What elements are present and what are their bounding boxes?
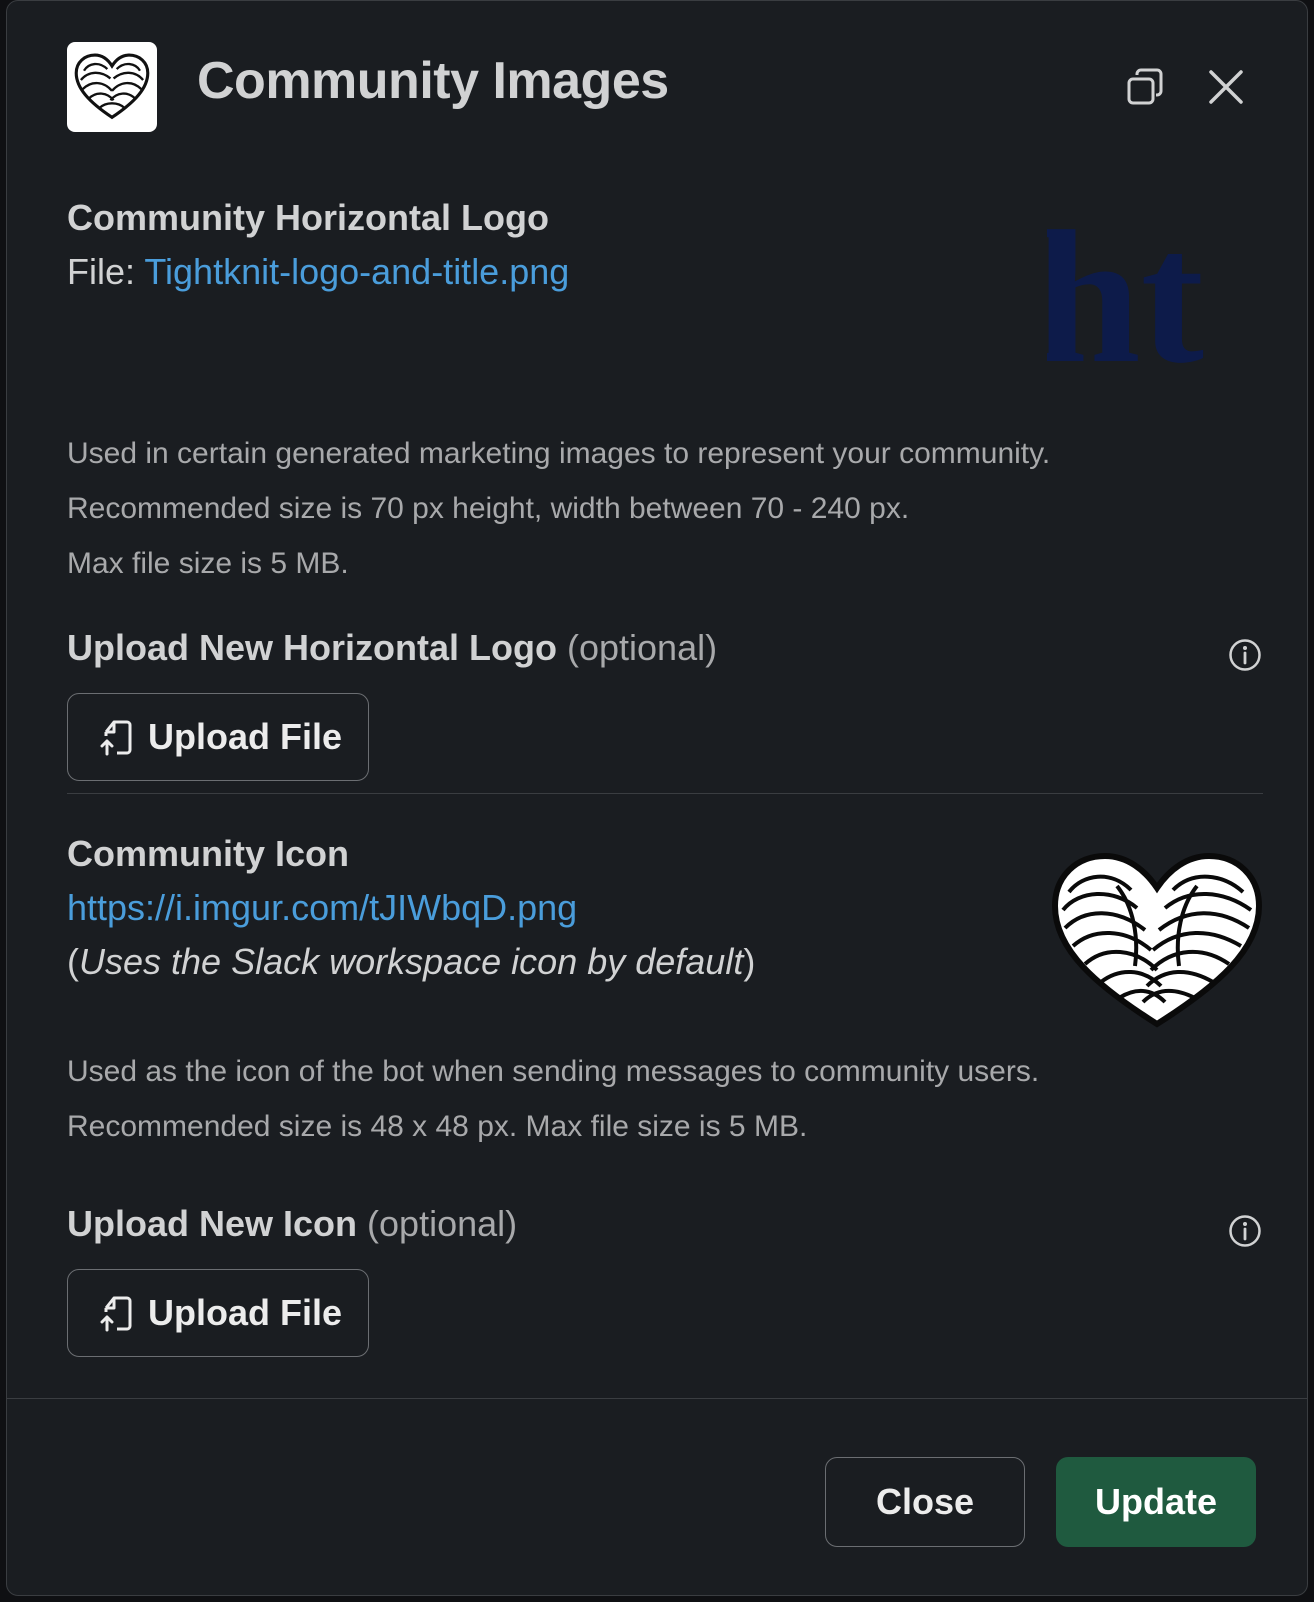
community-images-modal: Community Images Community Horizontal Lo… [6, 0, 1308, 1596]
community-icon-url-line: https://i.imgur.com/tJIWbqD.png [67, 887, 577, 929]
optional-tag: (optional) [567, 627, 718, 668]
section-divider [67, 793, 1263, 794]
optional-tag: (optional) [367, 1203, 518, 1244]
info-icon[interactable] [1227, 1213, 1263, 1249]
modal-header: Community Images [7, 1, 1307, 171]
community-icon-description: Used as the icon of the bot when sending… [67, 1044, 1039, 1154]
community-icon-preview [1047, 846, 1267, 1036]
update-button[interactable]: Update [1056, 1457, 1256, 1547]
file-prefix: File: [67, 251, 145, 292]
note-close-paren: ) [743, 941, 756, 982]
horizontal-logo-file-line: File: Tightknit-logo-and-title.png [67, 251, 569, 293]
file-upload-icon [100, 718, 134, 756]
horizontal-logo-title: Community Horizontal Logo [67, 197, 549, 238]
upload-button-label: Upload File [148, 1292, 343, 1333]
desc-line: Recommended size is 48 x 48 px. Max file… [67, 1110, 808, 1143]
close-button[interactable]: Close [825, 1457, 1025, 1547]
rope-heart-logo [67, 42, 157, 132]
community-icon-url-link[interactable]: https://i.imgur.com/tJIWbqD.png [67, 887, 577, 928]
desc-line: Max file size is 5 MB. [67, 547, 349, 580]
upload-label-text: Upload New Horizontal Logo [67, 627, 557, 668]
info-icon[interactable] [1227, 637, 1263, 673]
desc-line: Used in certain generated marketing imag… [67, 437, 1051, 470]
copy-window-icon[interactable] [1119, 61, 1171, 113]
desc-line: Recommended size is 70 px height, width … [67, 492, 910, 525]
note-open-paren: ( [67, 941, 79, 982]
horizontal-logo-description: Used in certain generated marketing imag… [67, 426, 1050, 591]
footer-divider [7, 1398, 1307, 1399]
upload-horizontal-logo-button[interactable]: Upload File [67, 693, 369, 781]
upload-label-text: Upload New Icon [67, 1203, 358, 1244]
modal-title: Community Images [197, 52, 669, 110]
close-icon[interactable] [1200, 61, 1252, 113]
upload-icon-label: Upload New Icon (optional) [67, 1203, 517, 1245]
file-upload-icon [100, 1294, 134, 1332]
upload-icon-button[interactable]: Upload File [67, 1269, 369, 1357]
horizontal-logo-file-link[interactable]: Tightknit-logo-and-title.png [144, 251, 569, 292]
desc-line: Used as the icon of the bot when sending… [67, 1055, 1040, 1088]
preview-logo-text: ht [1047, 201, 1204, 403]
community-icon-note: (Uses the Slack workspace icon by defaul… [67, 941, 755, 983]
upload-horizontal-logo-label: Upload New Horizontal Logo (optional) [67, 627, 717, 669]
note-text: Uses the Slack workspace icon by default [79, 941, 744, 982]
community-icon-title: Community Icon [67, 833, 350, 874]
upload-button-label: Upload File [148, 716, 343, 757]
horizontal-logo-preview: ht [1047, 201, 1267, 411]
